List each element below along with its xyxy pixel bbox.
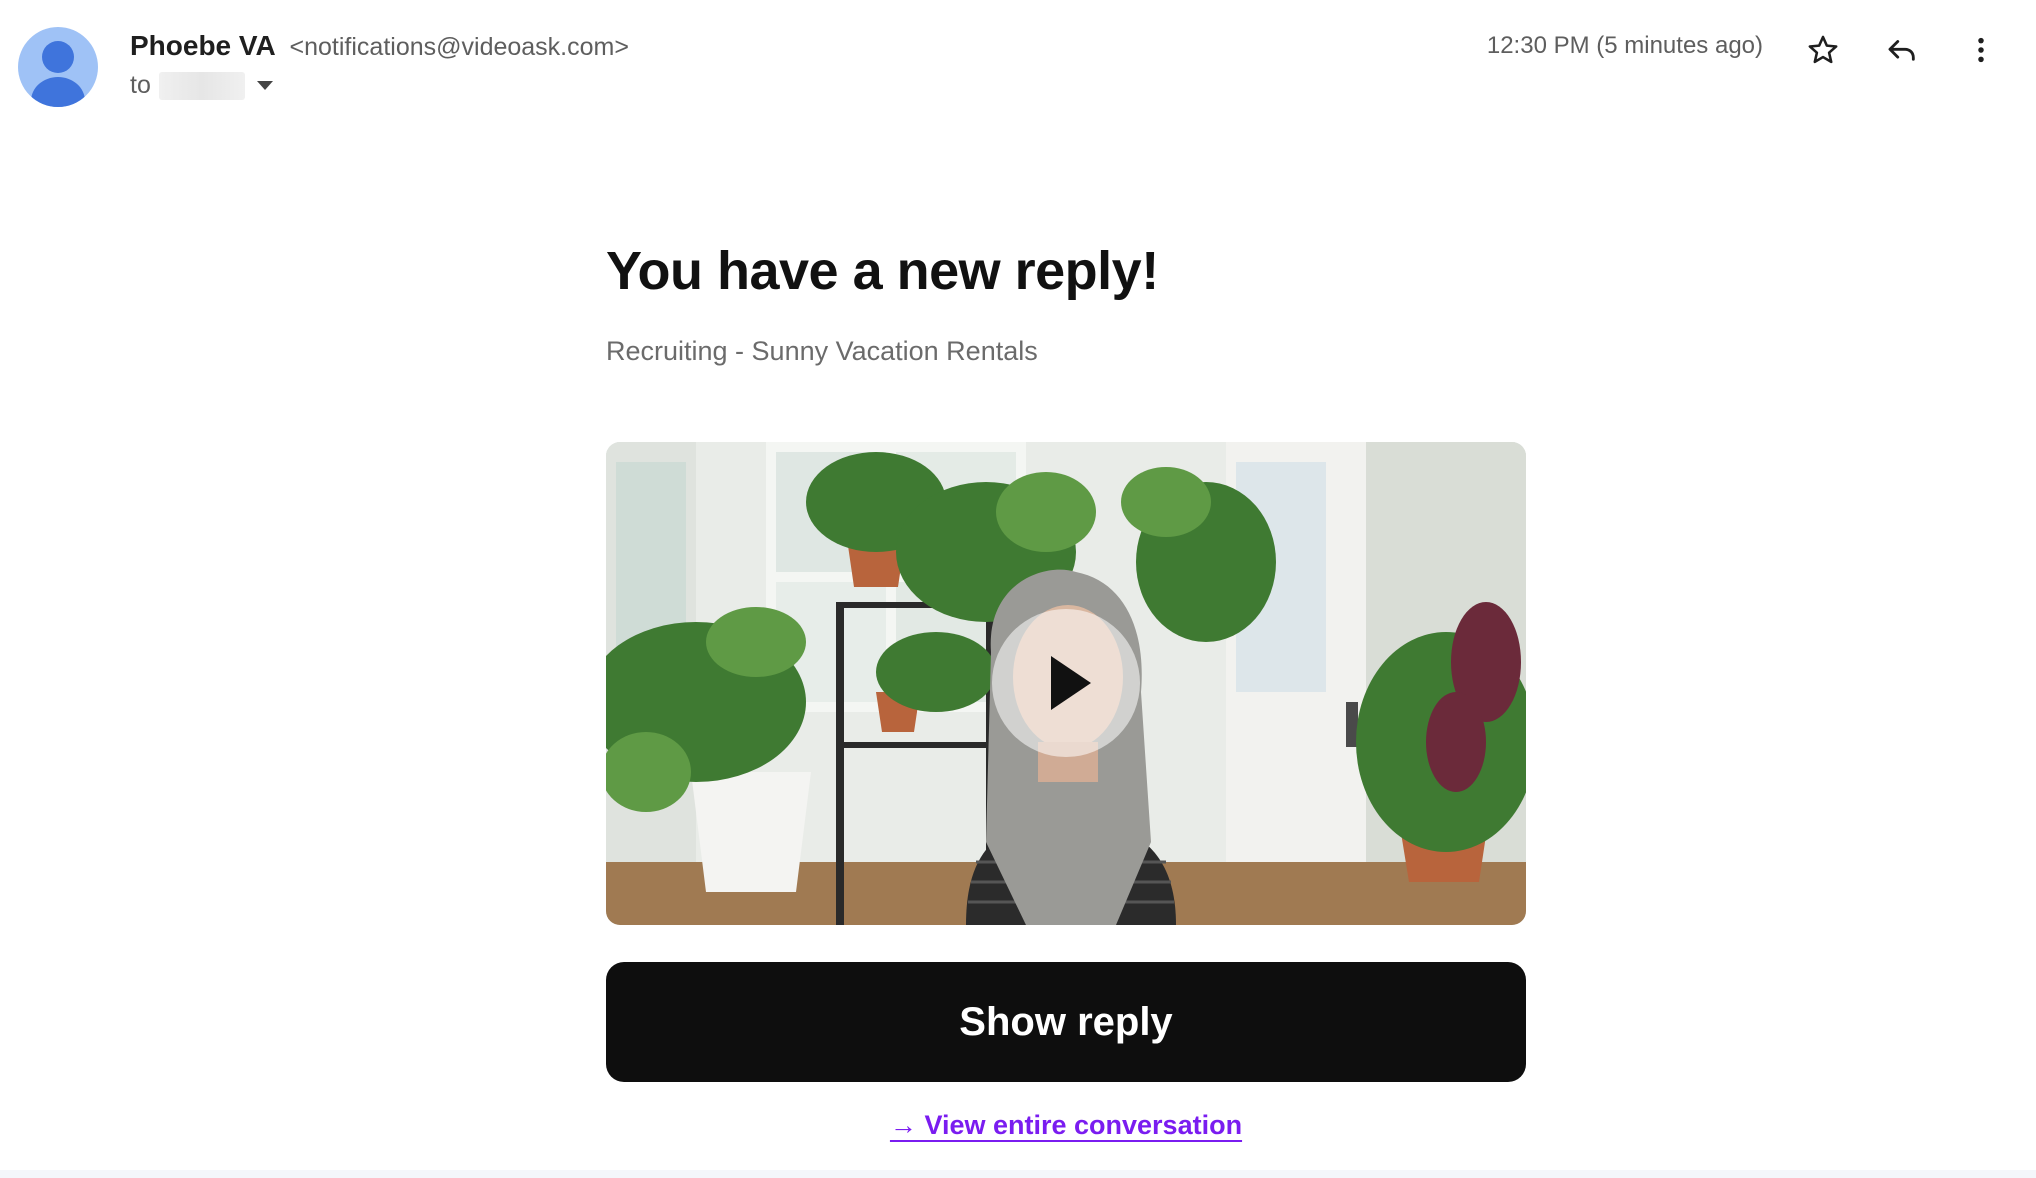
view-conversation-link[interactable]: → View entire conversation [890,1110,1242,1140]
chevron-down-icon[interactable] [256,81,273,90]
email-view: Phoebe VA <notifications@videoask.com> t… [0,0,2036,1178]
sender-email: <notifications@videoask.com> [289,33,629,61]
play-icon [1051,656,1091,710]
more-vert-icon [1978,37,1984,63]
bottom-divider [0,1170,2036,1178]
sender-avatar[interactable] [18,27,98,107]
star-button[interactable] [1795,22,1851,78]
recipient-redacted [158,71,245,100]
video-thumbnail[interactable] [606,442,1526,925]
avatar-head-shape [42,41,74,73]
email-body: You have a new reply! Recruiting - Sunny… [606,240,1526,1140]
conversation-link-wrapper: → View entire conversation [606,1110,1526,1141]
avatar-body-shape [31,77,85,107]
sender-line: Phoebe VA <notifications@videoask.com> [130,30,629,62]
recipient-line: to [130,71,273,100]
email-subtitle: Recruiting - Sunny Vacation Rentals [606,336,1038,366]
reply-icon [1888,40,1915,61]
to-label: to [130,71,151,99]
email-headline: You have a new reply! [606,241,1159,301]
star-icon [1808,35,1838,64]
play-button[interactable] [992,609,1140,757]
show-reply-button[interactable]: Show reply [606,962,1526,1082]
sender-name[interactable]: Phoebe VA [130,30,276,61]
email-timestamp: 12:30 PM (5 minutes ago) [1486,32,1763,59]
reply-button[interactable] [1874,22,1930,78]
more-options-button[interactable] [1953,22,2009,78]
